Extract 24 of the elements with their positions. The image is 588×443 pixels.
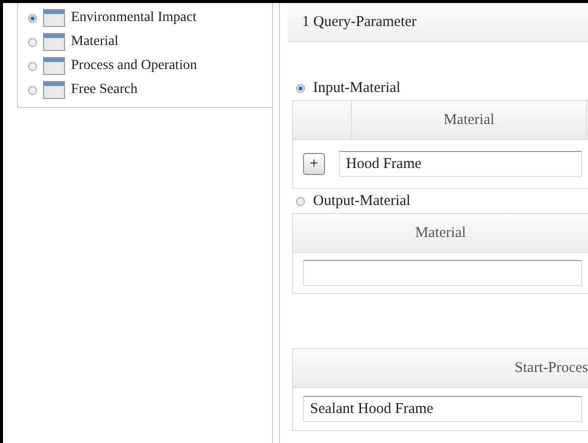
option-label: Free Search	[71, 82, 138, 98]
window-icon	[43, 81, 65, 99]
radio-button[interactable]	[28, 86, 37, 94]
radio-button[interactable]	[28, 62, 37, 70]
process-field[interactable]: Sealant Hood Frame	[303, 396, 582, 422]
radio-button[interactable]	[296, 84, 305, 92]
option-label: Process and Operation	[71, 58, 197, 74]
material-field[interactable]: Hood Frame	[339, 151, 582, 177]
panel-title: 1 Query-Parameter	[288, 3, 588, 42]
option-label: Material	[71, 34, 118, 50]
radio-label: Input-Material	[313, 80, 400, 96]
radio-button[interactable]	[28, 14, 37, 22]
column-header: Material	[444, 112, 494, 128]
option-label: Environmental Impact	[71, 10, 197, 26]
window-icon	[43, 57, 65, 75]
material-field[interactable]	[303, 260, 582, 286]
column-header: Material	[415, 224, 466, 242]
column-header: Start-Proces	[514, 360, 588, 376]
add-button[interactable]: +	[303, 153, 325, 175]
radio-button[interactable]	[28, 38, 37, 46]
window-icon	[43, 9, 65, 27]
window-icon	[43, 33, 65, 51]
radio-label: Output-Material	[313, 192, 410, 210]
radio-button[interactable]	[296, 196, 305, 206]
